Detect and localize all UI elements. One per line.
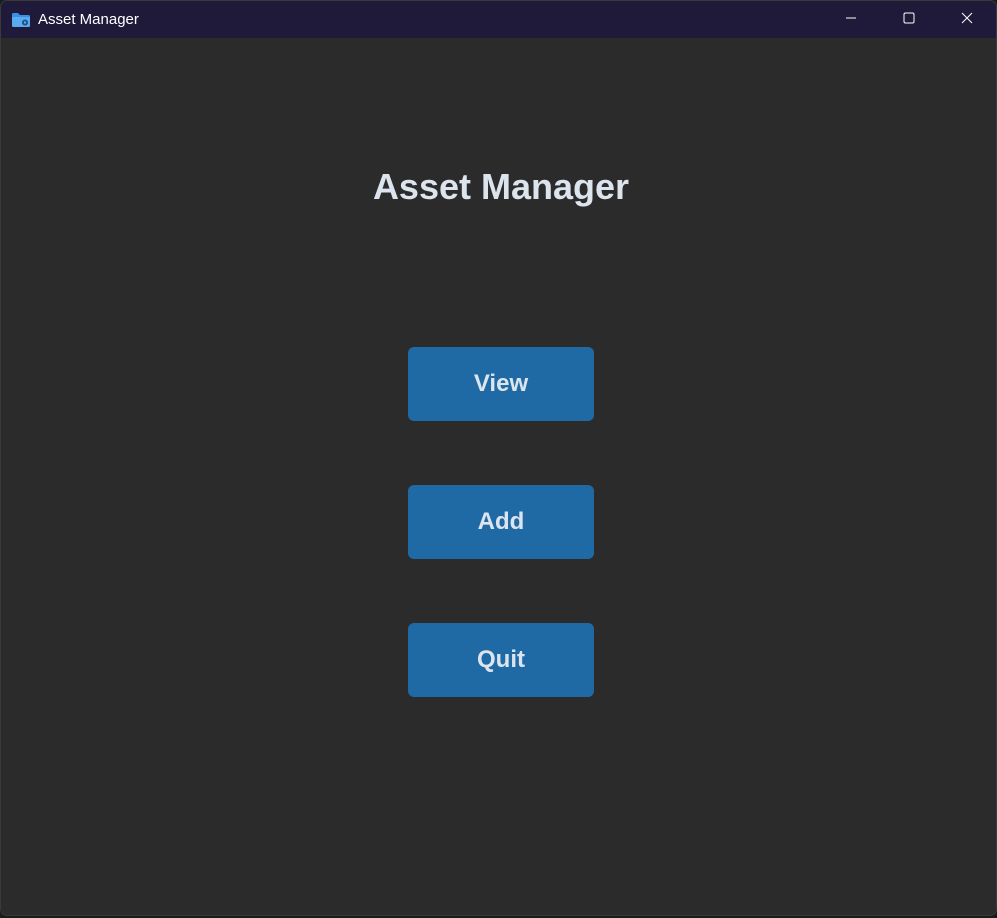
main-content: Asset Manager View Add Quit [1, 38, 996, 915]
view-button-label: View [473, 370, 529, 397]
window-controls [822, 1, 996, 38]
maximize-button[interactable] [880, 1, 938, 38]
window-title: Asset Manager [38, 11, 139, 28]
maximize-icon [903, 11, 915, 29]
app-window: Asset Manager Asset Manager View Add Qui… [0, 0, 997, 916]
close-button[interactable] [938, 1, 996, 38]
quit-button[interactable]: Quit [408, 623, 594, 697]
minimize-icon [845, 11, 857, 29]
close-icon [961, 11, 973, 29]
minimize-button[interactable] [822, 1, 880, 38]
folder-gear-icon [11, 12, 31, 28]
quit-button-label: Quit [477, 646, 525, 673]
view-button[interactable]: View [408, 347, 594, 421]
title-bar[interactable]: Asset Manager [1, 1, 996, 38]
add-button[interactable]: Add [408, 485, 594, 559]
add-button-label: Add [477, 508, 525, 535]
page-title: Asset Manager [372, 166, 630, 207]
